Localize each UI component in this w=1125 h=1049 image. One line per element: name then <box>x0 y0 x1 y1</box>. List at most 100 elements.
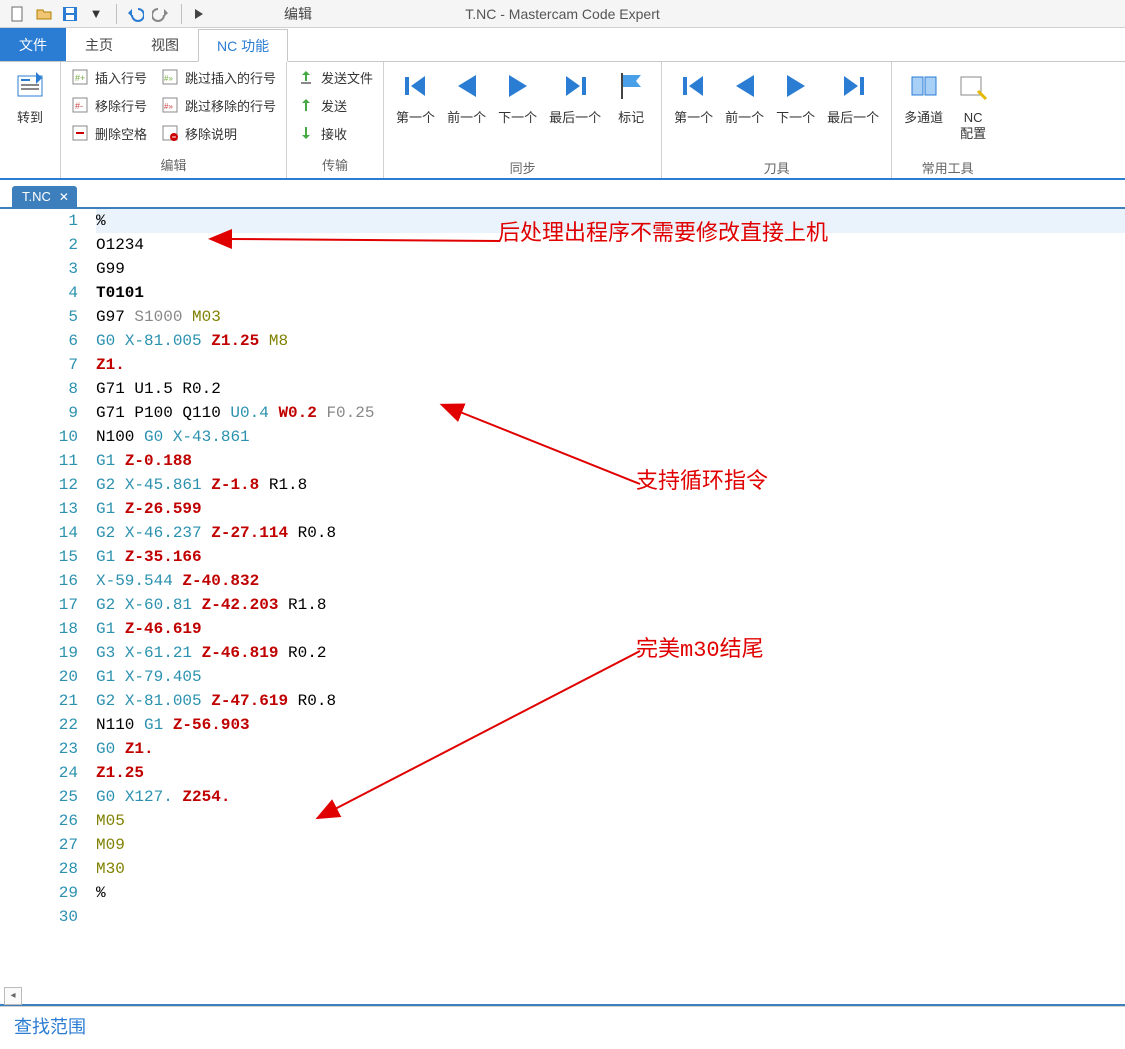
code-line[interactable]: G2 X-81.005 Z-47.619 R0.8 <box>96 689 1125 713</box>
code-line[interactable]: G1 Z-26.599 <box>96 497 1125 521</box>
svg-text:#+: #+ <box>75 73 85 83</box>
remove-line-icon: #- <box>71 96 89 114</box>
code-line[interactable]: G0 Z1. <box>96 737 1125 761</box>
code-line[interactable]: G0 X-81.005 Z1.25 M8 <box>96 329 1125 353</box>
delete-space-button[interactable]: 删除空格 <box>67 120 151 146</box>
group-label-transfer: 传输 <box>293 153 377 176</box>
multi-channel-button[interactable]: 多通道 <box>898 64 949 156</box>
search-scope-label: 查找范围 <box>14 1013 86 1039</box>
qat-redo-icon[interactable] <box>149 3 173 25</box>
insert-line-number-button[interactable]: #+插入行号 <box>67 64 151 90</box>
sync-first-button[interactable]: 第一个 <box>390 64 441 156</box>
quick-access-toolbar: ▼ 编辑 T.NC - Mastercam Code Expert <box>0 0 1125 28</box>
next-icon <box>500 68 536 104</box>
config-icon <box>955 68 991 104</box>
next-icon <box>778 68 814 104</box>
ribbon: 转到 #+插入行号 #-移除行号 删除空格 #»跳过插入的行号 #»跳过移除的行… <box>0 62 1125 180</box>
qat-play-icon[interactable] <box>188 3 212 25</box>
tab-file[interactable]: 文件 <box>0 28 66 61</box>
svg-text:#»: #» <box>164 102 173 111</box>
qat-new-icon[interactable] <box>6 3 30 25</box>
skip-inserted-button[interactable]: #»跳过插入的行号 <box>157 64 280 90</box>
code-line[interactable]: T0101 <box>96 281 1125 305</box>
ribbon-group-common: 多通道 NC配置 常用工具 <box>892 62 1003 178</box>
tool-prev-button[interactable]: 前一个 <box>719 64 770 156</box>
close-icon[interactable]: ✕ <box>59 190 69 204</box>
sync-mark-button[interactable]: 标记 <box>607 64 655 156</box>
tool-first-button[interactable]: 第一个 <box>668 64 719 156</box>
code-line[interactable]: G2 X-45.861 Z-1.8 R1.8 <box>96 473 1125 497</box>
code-line[interactable]: G1 Z-35.166 <box>96 545 1125 569</box>
download-icon <box>297 124 315 142</box>
qat-edit-label: 编辑 <box>284 4 312 24</box>
code-line[interactable]: G3 X-61.21 Z-46.819 R0.2 <box>96 641 1125 665</box>
code-lines[interactable]: %O1234G99T0101G97 S1000 M03G0 X-81.005 Z… <box>88 209 1125 1004</box>
tool-last-button[interactable]: 最后一个 <box>821 64 885 156</box>
code-line[interactable]: G2 X-46.237 Z-27.114 R0.8 <box>96 521 1125 545</box>
remove-line-number-button[interactable]: #-移除行号 <box>67 92 151 118</box>
insert-line-icon: #+ <box>71 68 89 86</box>
qat-dropdown-icon[interactable]: ▼ <box>84 3 108 25</box>
sync-last-button[interactable]: 最后一个 <box>543 64 607 156</box>
send-icon <box>297 96 315 114</box>
code-line[interactable]: N100 G0 X-43.861 <box>96 425 1125 449</box>
code-line[interactable]: % <box>96 209 1125 233</box>
sync-prev-button[interactable]: 前一个 <box>441 64 492 156</box>
code-line[interactable]: X-59.544 Z-40.832 <box>96 569 1125 593</box>
prev-icon <box>449 68 485 104</box>
delete-space-icon <box>71 124 89 142</box>
main-tabs: 文件 主页 视图 NC 功能 <box>0 28 1125 62</box>
skip-inserted-icon: #» <box>161 68 179 86</box>
code-line[interactable]: G71 U1.5 R0.2 <box>96 377 1125 401</box>
remove-desc-button[interactable]: 移除说明 <box>157 120 280 146</box>
code-line[interactable]: G97 S1000 M03 <box>96 305 1125 329</box>
upload-icon <box>297 68 315 86</box>
code-line[interactable]: G2 X-60.81 Z-42.203 R1.8 <box>96 593 1125 617</box>
tab-nc-functions[interactable]: NC 功能 <box>198 29 288 62</box>
code-line[interactable]: G1 Z-0.188 <box>96 449 1125 473</box>
receive-button[interactable]: 接收 <box>293 120 377 146</box>
tool-next-button[interactable]: 下一个 <box>770 64 821 156</box>
code-line[interactable]: M30 <box>96 857 1125 881</box>
editor-tab-tnc[interactable]: T.NC ✕ <box>12 186 77 207</box>
tab-view[interactable]: 视图 <box>132 28 198 61</box>
code-line[interactable]: Z1. <box>96 353 1125 377</box>
code-line[interactable]: G1 X-79.405 <box>96 665 1125 689</box>
code-line[interactable]: M09 <box>96 833 1125 857</box>
code-line[interactable]: Z1.25 <box>96 761 1125 785</box>
code-editor[interactable]: 1234567891011121314151617181920212223242… <box>0 209 1125 1006</box>
group-label-edit: 编辑 <box>67 153 280 176</box>
last-icon <box>557 68 593 104</box>
line-number-gutter: 1234567891011121314151617181920212223242… <box>0 209 88 1004</box>
scroll-toggle[interactable]: ◂ <box>4 987 22 1005</box>
separator <box>181 4 182 24</box>
qat-undo-icon[interactable] <box>123 3 147 25</box>
skip-removed-button[interactable]: #»跳过移除的行号 <box>157 92 280 118</box>
nc-config-button[interactable]: NC配置 <box>949 64 997 156</box>
code-line[interactable]: O1234 <box>96 233 1125 257</box>
first-icon <box>676 68 712 104</box>
qat-save-icon[interactable] <box>58 3 82 25</box>
code-line[interactable] <box>96 905 1125 929</box>
prev-icon <box>727 68 763 104</box>
send-file-button[interactable]: 发送文件 <box>293 64 377 90</box>
svg-text:#-: #- <box>75 101 83 111</box>
code-line[interactable]: M05 <box>96 809 1125 833</box>
code-line[interactable]: G0 X127. Z254. <box>96 785 1125 809</box>
code-line[interactable]: G71 P100 Q110 U0.4 W0.2 F0.25 <box>96 401 1125 425</box>
code-line[interactable]: N110 G1 Z-56.903 <box>96 713 1125 737</box>
send-button[interactable]: 发送 <box>293 92 377 118</box>
editor-tab-label: T.NC <box>22 189 51 204</box>
first-icon <box>398 68 434 104</box>
qat-open-icon[interactable] <box>32 3 56 25</box>
search-scope-panel[interactable]: 查找范围 <box>0 1006 1125 1045</box>
group-label-tool: 刀具 <box>668 156 885 179</box>
code-line[interactable]: G99 <box>96 257 1125 281</box>
goto-button[interactable]: 转到 <box>6 64 54 156</box>
sync-next-button[interactable]: 下一个 <box>492 64 543 156</box>
remove-desc-icon <box>161 124 179 142</box>
code-line[interactable]: G1 Z-46.619 <box>96 617 1125 641</box>
group-label-sync: 同步 <box>390 156 655 179</box>
code-line[interactable]: % <box>96 881 1125 905</box>
tab-home[interactable]: 主页 <box>66 28 132 61</box>
